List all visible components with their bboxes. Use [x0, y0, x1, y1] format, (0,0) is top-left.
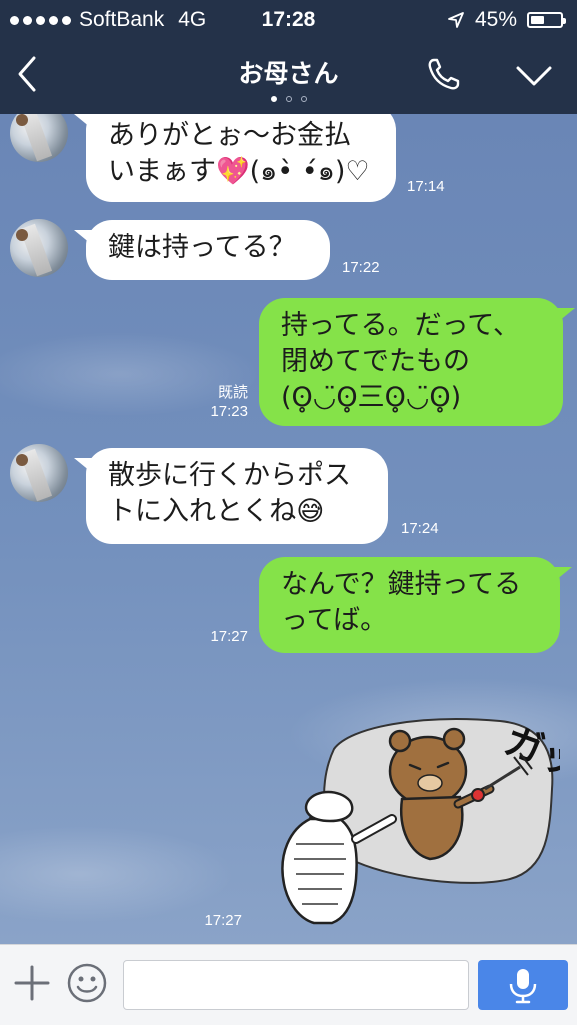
message-time: 17:22	[342, 259, 380, 276]
message-bubble-incoming[interactable]: 鍵は持ってる？	[74, 220, 330, 280]
chat-area[interactable]: ありがとぉ〜お金払 いまぁす💖(๑•̀ •́๑)♡ 17:14 鍵は持ってる？ …	[0, 114, 577, 944]
message-bubble-incoming[interactable]: 散歩に行くからポス トに入れとくね😅	[74, 448, 388, 544]
avatar[interactable]	[10, 444, 68, 502]
message-line: いまぁす💖(๑•̀ •́๑)♡	[108, 156, 370, 187]
avatar[interactable]	[10, 114, 68, 162]
message-line: ってば。	[281, 605, 388, 636]
read-receipt: 既読	[217, 384, 248, 401]
message-time: 17:24	[401, 520, 439, 537]
message-line: 閉めてでたもの	[281, 346, 470, 377]
page-dot	[270, 96, 277, 102]
status-right: 45%	[447, 8, 566, 32]
page-dot	[285, 96, 292, 102]
page-dot	[300, 96, 307, 102]
plus-icon[interactable]	[12, 963, 52, 1003]
message-line: 持ってる。だって、	[281, 310, 520, 341]
message-time: 17:23	[210, 403, 248, 420]
battery-percent: 45%	[474, 8, 517, 31]
battery-icon	[527, 12, 566, 28]
chat-header: お母さん	[0, 40, 577, 114]
message-line: 鍵は持ってる？	[108, 232, 296, 263]
emoji-icon[interactable]	[66, 962, 108, 1004]
status-bar: SoftBank 4G 17:28 45%	[0, 0, 577, 40]
location-arrow-icon	[448, 12, 464, 28]
battery-fill	[531, 16, 544, 24]
message-time: 17:14	[407, 178, 445, 195]
page-indicator	[0, 96, 577, 102]
chat-title[interactable]: お母さん	[0, 54, 577, 90]
message-line: 散歩に行くからポス	[108, 460, 351, 491]
message-line: なんで？鍵持ってる	[281, 569, 522, 600]
chevron-down-icon[interactable]	[512, 60, 556, 90]
message-input[interactable]	[123, 960, 469, 1010]
voice-button[interactable]	[478, 960, 568, 1010]
microphone-icon	[509, 969, 537, 1004]
input-bar	[0, 944, 577, 1025]
message-bubble-outgoing[interactable]: なんで？鍵持ってる ってば。	[259, 557, 572, 653]
bear-sticker[interactable]: ガッ	[270, 679, 560, 929]
avatar[interactable]	[10, 219, 68, 277]
message-time: 17:27	[204, 912, 242, 929]
message-bubble-outgoing[interactable]: 持ってる。だって、 閉めてでたもの (ʘ̥◡̈ʘ̥三ʘ̥◡̈ʘ̥)	[259, 298, 575, 426]
message-time: 17:27	[210, 628, 248, 645]
phone-icon[interactable]	[424, 54, 464, 94]
message-line: トに入れとくね😅	[108, 496, 325, 527]
message-bubble-incoming[interactable]: ありがとぉ〜お金払 いまぁす💖(๑•̀ •́๑)♡	[74, 114, 396, 202]
message-line: (ʘ̥◡̈ʘ̥三ʘ̥◡̈ʘ̥)	[281, 382, 462, 413]
message-line: ありがとぉ〜お金払	[108, 120, 351, 151]
